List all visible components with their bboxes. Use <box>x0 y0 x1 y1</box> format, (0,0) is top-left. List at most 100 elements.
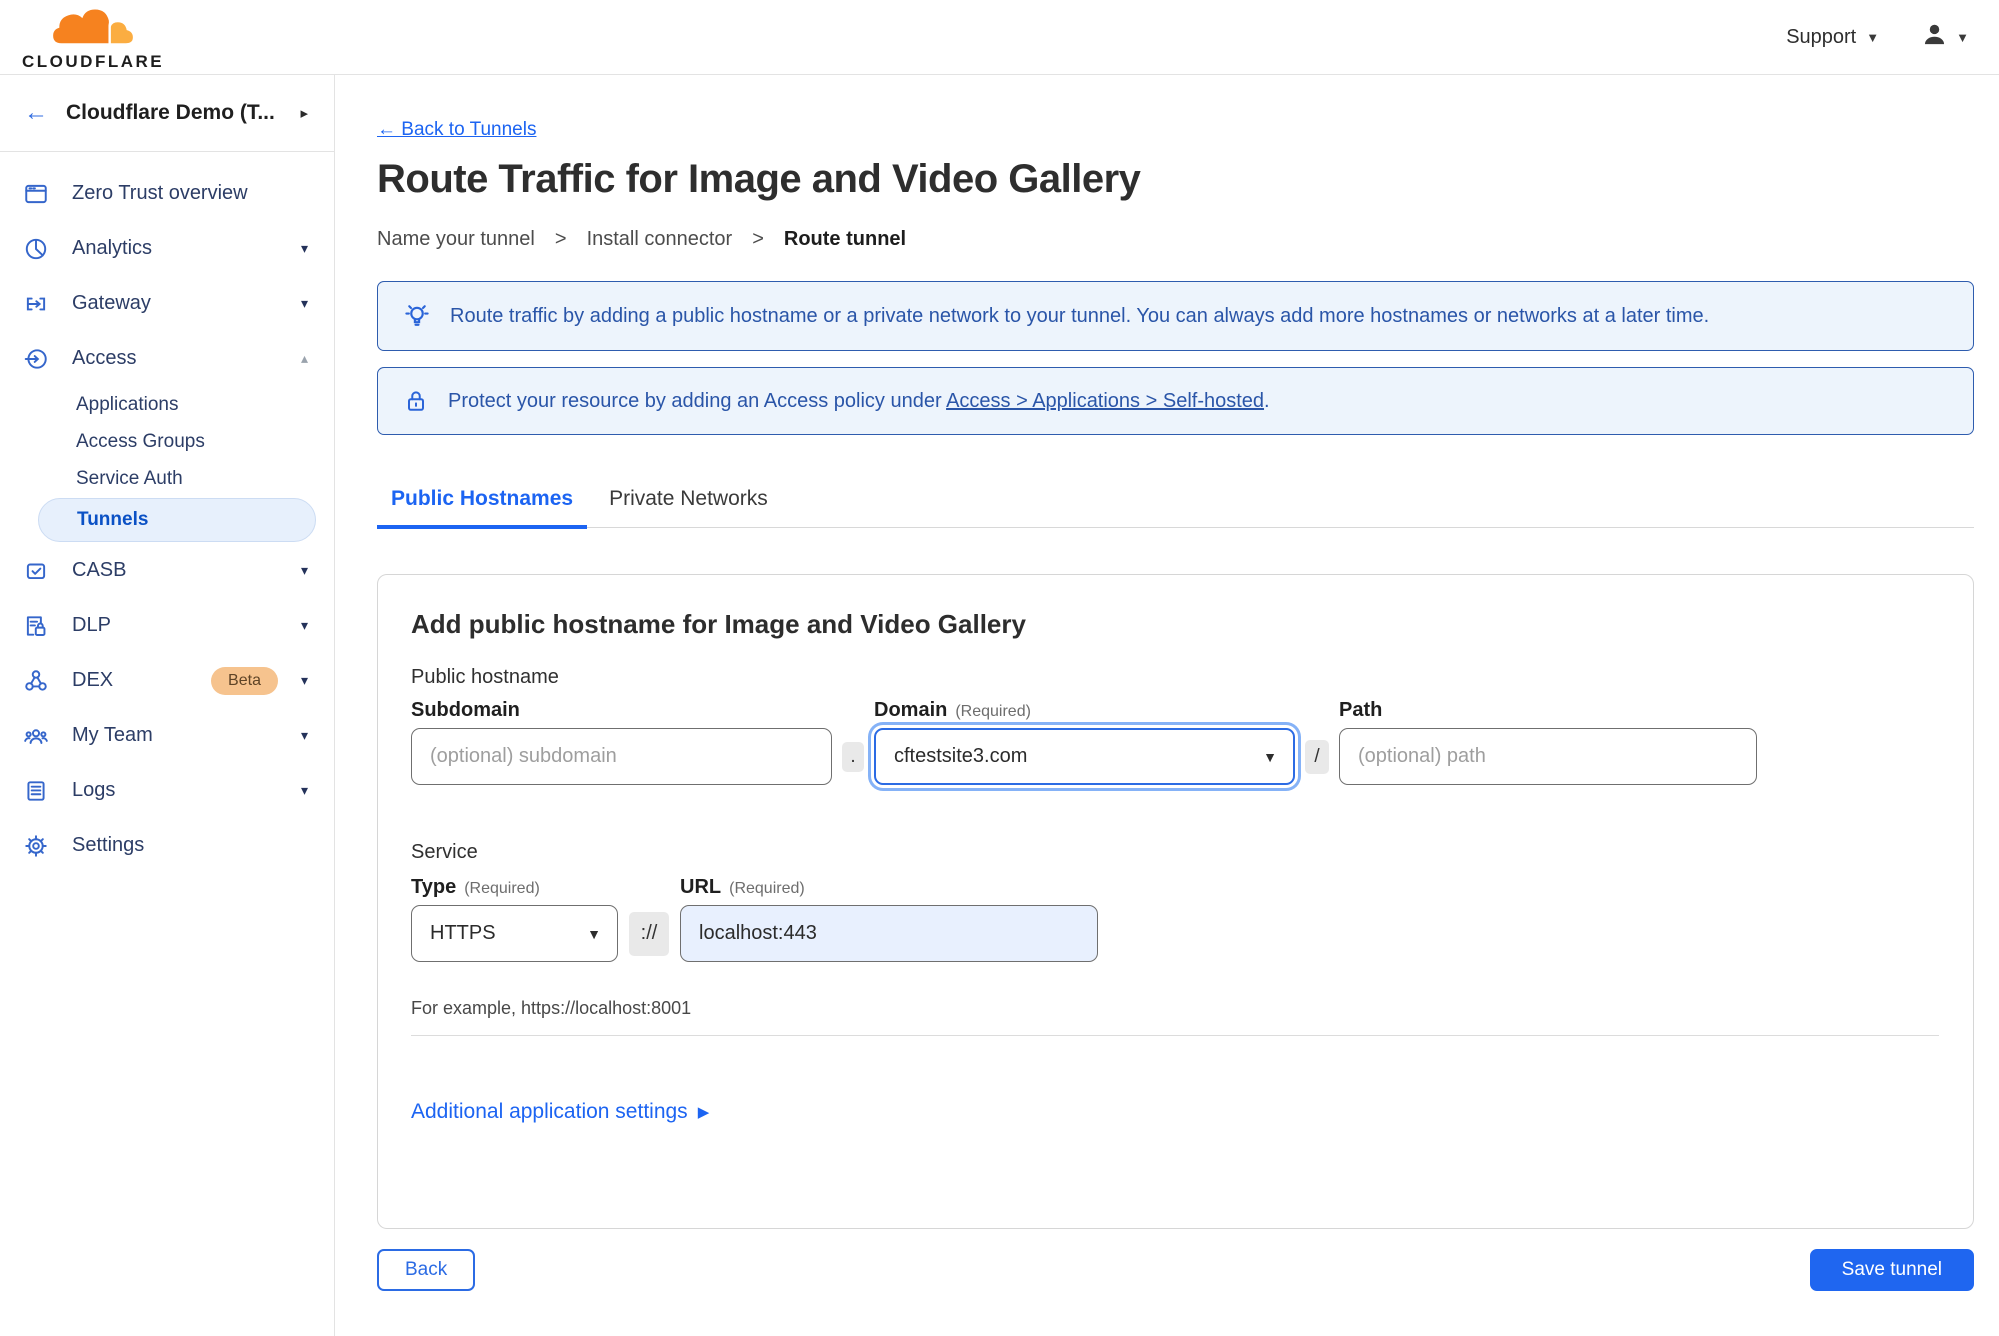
sidebar-nav: Zero Trust overview Analytics ▾ Gateway <box>0 152 334 873</box>
chevron-down-icon: ▾ <box>300 562 308 578</box>
service-inputs-row: HTTPS ▼ :// <box>411 905 1939 962</box>
sidebar-item-label: Service Auth <box>76 467 183 489</box>
url-example-hint: For example, https://localhost:8001 <box>411 998 692 1018</box>
step-separator: > <box>554 228 567 250</box>
service-labels-row: Type (Required) URL (Required) <box>411 876 1939 899</box>
chevron-right-icon[interactable]: ▸ <box>300 104 308 122</box>
service-type-value: HTTPS <box>430 922 496 944</box>
access-applications-selfhosted-link[interactable]: Access > Applications > Self-hosted <box>946 390 1264 412</box>
type-label: Type (Required) <box>411 876 540 898</box>
additional-application-settings-toggle[interactable]: Additional application settings ▶ <box>411 1100 1939 1124</box>
protect-banner-text: Protect your resource by adding an Acces… <box>448 389 1270 412</box>
sidebar-item-applications[interactable]: Applications <box>0 386 334 423</box>
main-content: ← Back to Tunnels Route Traffic for Imag… <box>335 75 1999 1336</box>
sidebar-item-label: DEX <box>72 669 114 691</box>
step-separator: > <box>752 228 764 250</box>
public-hostname-group-label: Public hostname <box>411 666 559 688</box>
tip-banner-text: Route traffic by adding a public hostnam… <box>450 304 1710 327</box>
sidebar-item-gateway[interactable]: Gateway ▾ <box>0 276 334 331</box>
logs-document-icon <box>23 778 49 804</box>
sidebar-item-label: Analytics <box>72 237 153 259</box>
chevron-down-icon: ▾ <box>300 782 308 798</box>
cloudflare-logo: CLOUDFLARE <box>22 4 164 70</box>
save-tunnel-button[interactable]: Save tunnel <box>1809 1249 1974 1291</box>
back-button[interactable]: Back <box>377 1249 476 1291</box>
sidebar-item-settings[interactable]: Settings <box>0 818 334 873</box>
card-heading: Add public hostname for Image and Video … <box>411 609 1026 639</box>
sidebar-item-zero-trust-overview[interactable]: Zero Trust overview <box>0 166 334 221</box>
tip-banner: Route traffic by adding a public hostnam… <box>377 281 1974 351</box>
sidebar-item-casb[interactable]: CASB ▾ <box>0 543 334 598</box>
path-label: Path <box>1339 699 1383 721</box>
hostname-inputs-row: . cftestsite3.com ▼ / <box>411 728 1939 785</box>
sidebar-item-label: Settings <box>72 834 145 856</box>
chevron-down-icon: ▼ <box>1263 748 1277 765</box>
domain-select[interactable]: cftestsite3.com ▼ <box>874 728 1295 785</box>
chevron-down-icon: ▾ <box>300 295 308 311</box>
required-hint: (Required) <box>729 880 805 897</box>
sidebar-item-label: Access Groups <box>76 430 205 452</box>
sidebar-item-tunnels[interactable]: Tunnels <box>0 497 334 543</box>
account-name: Cloudflare Demo (T... <box>66 101 275 124</box>
required-hint: (Required) <box>955 703 1031 720</box>
back-to-tunnels-link[interactable]: ← Back to Tunnels <box>377 119 536 141</box>
beta-badge: Beta <box>211 666 278 695</box>
sidebar-item-dex[interactable]: DEX Beta ▾ <box>0 653 334 708</box>
sidebar-item-analytics[interactable]: Analytics ▾ <box>0 221 334 276</box>
step-route-tunnel: Route tunnel <box>783 228 907 250</box>
subdomain-input[interactable] <box>411 728 832 785</box>
cloudflare-wordmark: CLOUDFLARE <box>22 52 165 71</box>
sidebar-item-dlp[interactable]: DLP ▾ <box>0 598 334 653</box>
sidebar-item-service-auth[interactable]: Service Auth <box>0 460 334 497</box>
sidebar-item-my-team[interactable]: My Team ▾ <box>0 708 334 763</box>
step-install-connector[interactable]: Install connector <box>587 228 733 251</box>
user-menu-button[interactable]: ▼ <box>1921 21 1969 53</box>
path-input[interactable] <box>1339 728 1757 785</box>
chevron-down-icon: ▾ <box>300 240 308 256</box>
page-title: Route Traffic for Image and Video Galler… <box>377 157 1141 201</box>
user-avatar-icon <box>1921 21 1948 53</box>
url-label: URL (Required) <box>680 876 805 898</box>
sidebar-item-label: CASB <box>72 559 127 581</box>
sidebar-item-label: DLP <box>72 614 111 636</box>
service-type-select[interactable]: HTTPS ▼ <box>411 905 618 962</box>
chevron-down-icon: ▼ <box>1866 29 1880 45</box>
sidebar-item-label: Logs <box>72 779 116 801</box>
tab-private-networks[interactable]: Private Networks <box>595 487 782 529</box>
sidebar: ← Cloudflare Demo (T... ▸ Zero Trust ove… <box>0 75 335 1336</box>
support-menu-button[interactable]: Support ▼ <box>1786 26 1879 49</box>
chevron-down-icon: ▾ <box>300 617 308 633</box>
card-divider <box>411 1035 1939 1036</box>
sidebar-item-label: Access <box>72 347 137 369</box>
required-hint: (Required) <box>464 880 540 897</box>
domain-label: Domain (Required) <box>874 699 1031 721</box>
casb-icon <box>23 558 49 584</box>
chevron-down-icon: ▾ <box>300 672 308 688</box>
dot-separator: . <box>842 741 864 772</box>
team-people-icon <box>23 723 49 749</box>
chevron-up-icon: ▴ <box>300 350 308 366</box>
slash-separator: / <box>1305 739 1329 774</box>
lock-icon <box>402 387 430 415</box>
tunnels-selected-pill[interactable]: Tunnels <box>38 498 316 542</box>
sidebar-item-label: Applications <box>76 393 179 415</box>
domain-selected-value: cftestsite3.com <box>894 745 1028 767</box>
chevron-down-icon: ▼ <box>587 925 601 942</box>
chevron-down-icon: ▾ <box>300 727 308 743</box>
dlp-document-lock-icon <box>23 613 49 639</box>
wizard-footer: Back Save tunnel <box>377 1249 1974 1291</box>
back-arrow-icon[interactable]: ← <box>24 99 48 127</box>
sidebar-item-access[interactable]: Access ▴ <box>0 331 334 386</box>
service-url-input[interactable] <box>680 905 1098 962</box>
sidebar-item-logs[interactable]: Logs ▾ <box>0 763 334 818</box>
step-name-your-tunnel[interactable]: Name your tunnel <box>377 228 535 251</box>
tab-public-hostnames[interactable]: Public Hostnames <box>377 487 588 529</box>
gateway-icon <box>23 291 49 317</box>
hostname-tabs: Public Hostnames Private Networks <box>377 487 1974 529</box>
access-icon <box>23 346 49 372</box>
protect-banner: Protect your resource by adding an Acces… <box>377 367 1974 435</box>
sidebar-item-access-groups[interactable]: Access Groups <box>0 423 334 460</box>
sidebar-item-label: Zero Trust overview <box>72 182 248 204</box>
account-switcher: ← Cloudflare Demo (T... ▸ <box>0 75 334 152</box>
support-label: Support <box>1786 25 1857 48</box>
